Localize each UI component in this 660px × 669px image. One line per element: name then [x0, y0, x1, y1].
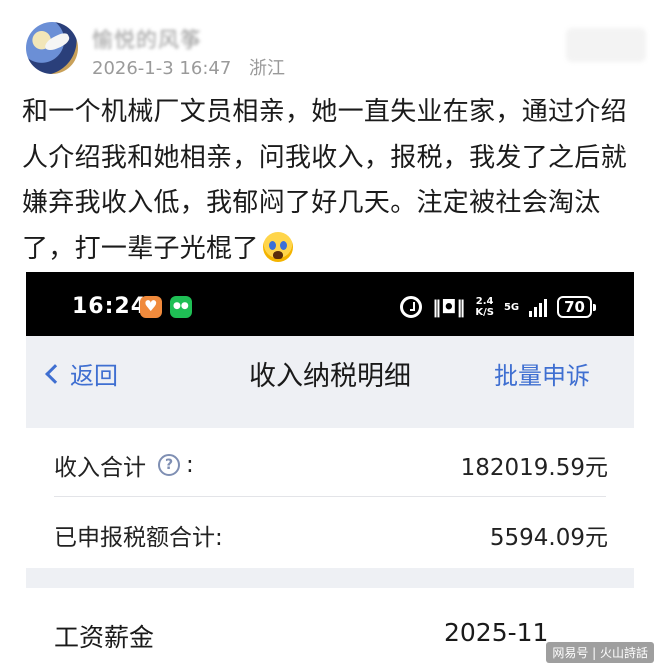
income-colon: :	[186, 452, 194, 478]
status-bar: 16:24 ‖◘‖ 2.4 K/S 5G 70	[26, 272, 634, 336]
heart-app-icon	[140, 296, 162, 318]
tax-total-label: 已申报税额合计:	[54, 525, 223, 551]
follow-button[interactable]	[566, 28, 646, 62]
network-speed: 2.4 K/S	[475, 296, 494, 318]
signal-icon	[529, 297, 548, 317]
income-label-text: 收入合计	[54, 455, 146, 481]
summary-card: 收入合计 ? : 182019.59元 已申报税额合计: 5594.09元	[26, 428, 634, 568]
alarm-icon	[400, 296, 423, 318]
status-icons: ‖◘‖ 2.4 K/S 5G 70	[400, 294, 596, 320]
watermark: 网易号 | 火山詩話	[546, 642, 654, 663]
question-icon[interactable]: ?	[158, 454, 180, 476]
battery-level: 70	[564, 298, 585, 316]
post-body: 和一个机械厂文员相亲，她一直失业在家，通过介绍人介绍我和她相亲，问我收入，报税，…	[22, 90, 644, 272]
income-detail-item[interactable]: 工资薪金 2025-11	[26, 588, 634, 669]
divider	[54, 496, 606, 497]
nav-bar: 返回 收入纳税明细 批量申诉	[26, 336, 634, 410]
tax-total-row: 已申报税额合计: 5594.09元	[26, 498, 634, 566]
vibrate-icon: ‖◘‖	[432, 296, 466, 318]
tax-total-value: 5594.09元	[489, 525, 608, 551]
income-total-value: 182019.59元	[460, 455, 608, 481]
post-meta: 2026-1-3 16:47 浙江	[92, 54, 297, 80]
phone-screenshot: 16:24 ‖◘‖ 2.4 K/S 5G 70 返回 收入纳税明细 批量申诉	[26, 272, 634, 669]
post-location: 浙江	[249, 58, 286, 79]
income-total-row: 收入合计 ? : 182019.59元	[26, 428, 634, 497]
author-name[interactable]: 愉悦的风筝	[92, 24, 202, 54]
battery-icon: 70	[557, 296, 596, 318]
post-date: 2026-1-3 16:47	[92, 58, 232, 79]
batch-appeal-button[interactable]: 批量申诉	[494, 356, 590, 391]
post-text: 和一个机械厂文员相亲，她一直失业在家，通过介绍人介绍我和她相亲，问我收入，报税，…	[22, 97, 627, 264]
wechat-icon	[170, 296, 192, 318]
crying-face-icon	[262, 231, 293, 262]
avatar[interactable]	[26, 22, 78, 74]
income-period: 2025-11	[444, 618, 549, 647]
income-total-label: 收入合计 ? :	[54, 448, 194, 482]
status-time: 16:24	[72, 294, 148, 319]
income-category: 工资薪金	[54, 623, 155, 652]
post-header: 愉悦的风筝 2026-1-3 16:47 浙江	[26, 22, 646, 82]
network-type: 5G	[504, 302, 519, 313]
network-type-label: 5G	[503, 301, 520, 313]
